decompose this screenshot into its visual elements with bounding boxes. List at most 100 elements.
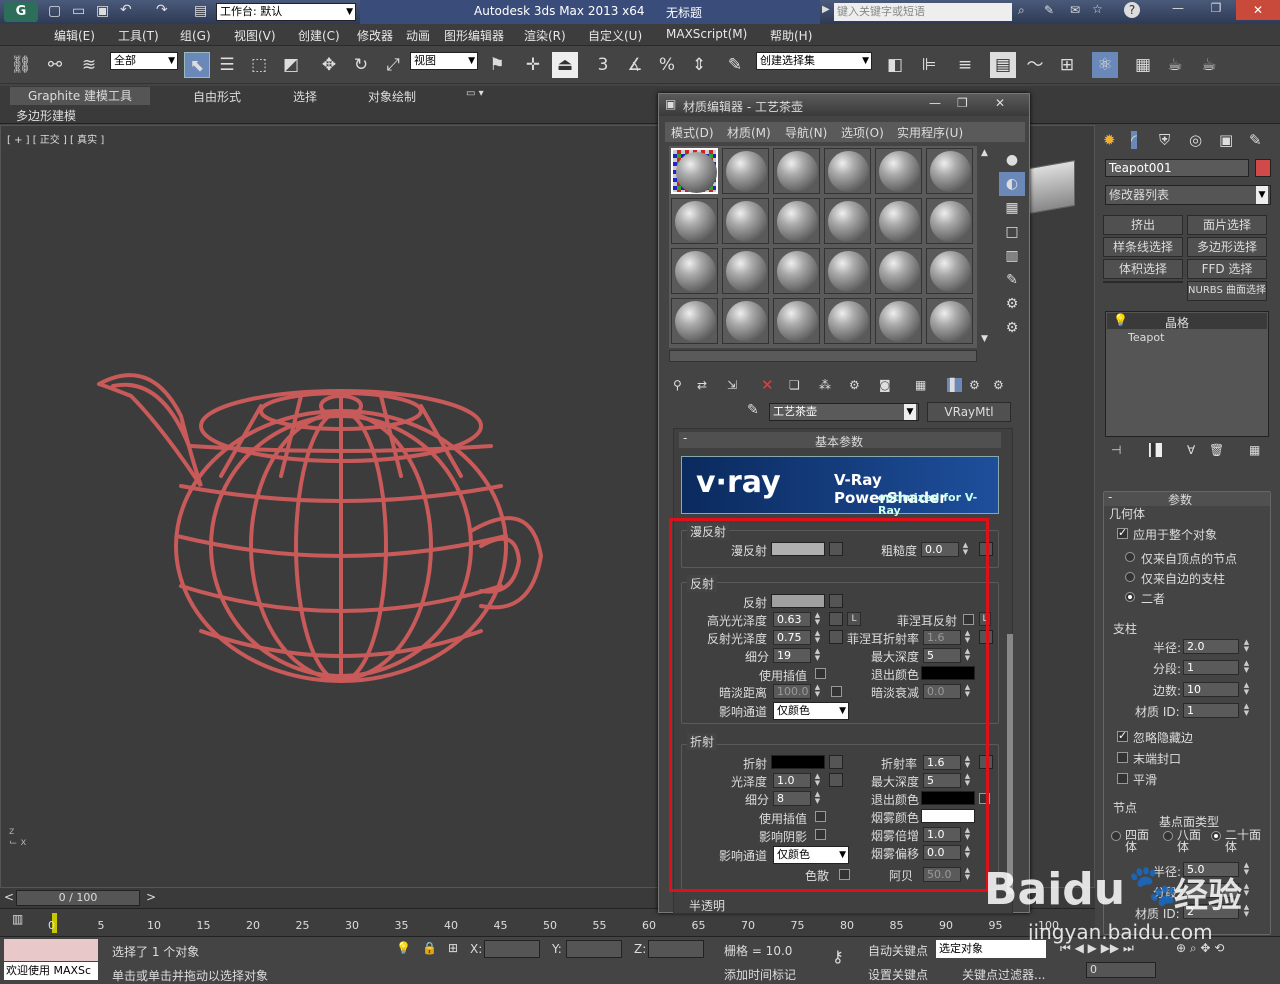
apply-all-checkbox[interactable] bbox=[1117, 526, 1128, 539]
strut-matid-input[interactable]: 1 bbox=[1183, 703, 1239, 718]
set-key-label[interactable]: 设置关键点 bbox=[868, 966, 928, 983]
maxscript-listener[interactable] bbox=[4, 939, 98, 961]
menu-modifiers[interactable]: 修改器 bbox=[357, 27, 393, 44]
mat-menu-material[interactable]: 材质(M) bbox=[727, 124, 771, 141]
undo-icon[interactable]: ↶ bbox=[120, 2, 132, 18]
show-end-icon[interactable]: ▌ bbox=[947, 378, 963, 392]
community-icon[interactable]: ✉ bbox=[1070, 3, 1080, 17]
lock-icon[interactable]: 🔒 bbox=[422, 941, 437, 955]
copy-material-icon[interactable]: ❏ bbox=[789, 378, 800, 392]
hierarchy-tab-icon[interactable]: ⛨ bbox=[1159, 131, 1170, 149]
tab-graphite[interactable]: Graphite 建模工具 bbox=[10, 87, 150, 105]
select-by-name-icon[interactable]: ☰ bbox=[214, 52, 240, 78]
render-icon[interactable]: ☕ bbox=[1196, 52, 1222, 78]
help-icon[interactable]: ? bbox=[1124, 2, 1140, 18]
keyboard-shortcut-icon[interactable]: ⏏ bbox=[552, 52, 578, 78]
stack-item-lattice[interactable]: 💡 晶格 bbox=[1107, 313, 1267, 330]
tab-selection[interactable]: 选择 bbox=[293, 88, 317, 105]
redo-icon[interactable]: ↷ bbox=[156, 2, 168, 18]
make-unique-icon[interactable]: ∀ bbox=[1187, 443, 1195, 457]
menu-rendering[interactable]: 渲染(R) bbox=[524, 27, 566, 44]
ribbon-sub-label[interactable]: 多边形建模 bbox=[16, 107, 76, 124]
show-map-icon[interactable]: ▦ bbox=[915, 378, 926, 392]
percent-snap-icon[interactable]: % bbox=[654, 52, 680, 78]
menu-graph-editors[interactable]: 图形编辑器 bbox=[444, 27, 504, 44]
opt-edges-radio[interactable] bbox=[1125, 572, 1135, 582]
modifier-button[interactable]: 挤出 bbox=[1103, 215, 1183, 235]
named-selection-select[interactable]: 创建选择集 ▼ bbox=[756, 52, 872, 70]
spinner-arrows-icon[interactable]: ▲ ▼ bbox=[1242, 682, 1251, 697]
star-icon[interactable]: ☆ bbox=[1092, 2, 1103, 16]
y-field[interactable] bbox=[566, 940, 622, 958]
layer-manager-icon[interactable]: ≡ bbox=[952, 52, 978, 78]
sample-slot[interactable] bbox=[824, 198, 871, 244]
time-slider-thumb[interactable]: 0 / 100 bbox=[16, 890, 140, 906]
menu-maxscript[interactable]: MAXScript(M) bbox=[666, 27, 747, 41]
binoculars-icon[interactable]: ⌕ bbox=[1018, 3, 1025, 18]
background-icon[interactable]: ▦ bbox=[999, 196, 1025, 220]
schematic-icon[interactable]: ⊞ bbox=[1054, 52, 1080, 78]
ribbon-options-icon[interactable]: ▭ ▾ bbox=[466, 88, 484, 99]
graphite-toggle-icon[interactable]: ▤ bbox=[990, 52, 1016, 78]
sample-slot[interactable] bbox=[926, 148, 973, 194]
selection-filter-select[interactable]: 全部 ▼ bbox=[110, 52, 178, 70]
reset-map-icon[interactable]: ✕ bbox=[761, 376, 774, 394]
object-name-field[interactable]: Teapot001 bbox=[1105, 159, 1249, 177]
menu-views[interactable]: 视图(V) bbox=[234, 27, 276, 44]
modifier-button[interactable]: 多边形选择 bbox=[1187, 237, 1267, 257]
ignore-hidden-checkbox[interactable] bbox=[1117, 729, 1128, 742]
mat-minimize-icon[interactable]: — bbox=[929, 96, 941, 110]
material-name-field[interactable]: 工艺茶壶 ▼ bbox=[769, 403, 919, 421]
sample-slot[interactable] bbox=[824, 298, 871, 344]
menu-group[interactable]: 组(G) bbox=[180, 27, 211, 44]
show-end-result-icon[interactable]: ▌ bbox=[1149, 443, 1163, 457]
move-icon[interactable]: ✥ bbox=[316, 52, 342, 78]
material-type-button[interactable]: VRayMtl bbox=[927, 402, 1011, 422]
track-bar-icon[interactable]: ▥ bbox=[12, 912, 23, 926]
make-preview-icon[interactable]: ✎ bbox=[999, 268, 1025, 292]
spinner-arrows-icon[interactable]: ▲ ▼ bbox=[1242, 703, 1251, 718]
rect-region-icon[interactable]: ⬚ bbox=[246, 52, 272, 78]
pivot-icon[interactable]: ⚑ bbox=[484, 52, 510, 78]
maximize-icon[interactable]: ❐ bbox=[1198, 1, 1234, 21]
create-tab-icon[interactable]: ✹ bbox=[1103, 131, 1116, 149]
sample-slot[interactable] bbox=[671, 198, 718, 244]
tab-freeform[interactable]: 自由形式 bbox=[193, 88, 241, 105]
go-parent-icon[interactable]: ⚙ bbox=[969, 378, 980, 392]
rotate-icon[interactable]: ↻ bbox=[348, 52, 374, 78]
get-material-icon[interactable]: ⚲ bbox=[673, 378, 682, 392]
tab-object-paint[interactable]: 对象绘制 bbox=[368, 88, 416, 105]
remove-modifier-icon[interactable]: 🗑 bbox=[1209, 443, 1224, 457]
display-tab-icon[interactable]: ▣ bbox=[1219, 131, 1233, 149]
sample-slot[interactable] bbox=[926, 198, 973, 244]
modify-tab-icon[interactable]: ◜ bbox=[1131, 131, 1137, 149]
maxscript-mini[interactable]: 欢迎使用 MAXSc bbox=[4, 962, 98, 980]
make-unique-icon[interactable]: ⁂ bbox=[819, 378, 831, 392]
menu-edit[interactable]: 编辑(E) bbox=[54, 27, 95, 44]
material-editor-window[interactable]: ▣ 材质编辑器 - 工艺茶壶 — ❐ ✕ 模式(D) 材质(M) 导航(N) 选… bbox=[658, 93, 1030, 914]
stack-teapot-label[interactable]: Teapot bbox=[1128, 331, 1164, 344]
motion-tab-icon[interactable]: ◎ bbox=[1189, 131, 1202, 149]
sample-slot[interactable] bbox=[773, 148, 820, 194]
menu-help[interactable]: 帮助(H) bbox=[770, 27, 812, 44]
viewcube-icon[interactable] bbox=[1029, 159, 1075, 215]
sample-slot[interactable] bbox=[824, 248, 871, 294]
modifier-button[interactable]: 面片选择 bbox=[1187, 215, 1267, 235]
close-icon[interactable]: ✕ bbox=[1236, 0, 1280, 20]
sample-slot[interactable] bbox=[875, 198, 922, 244]
modifier-stack[interactable]: 💡 晶格 Teapot bbox=[1105, 311, 1269, 437]
key-filters-button[interactable]: 关键点过滤器... bbox=[962, 966, 1045, 983]
modifier-button[interactable]: NURBS 曲面选择 bbox=[1187, 281, 1267, 301]
uv-tiling-icon[interactable]: □ bbox=[999, 220, 1025, 244]
mat-maximize-icon[interactable]: ❐ bbox=[957, 96, 968, 110]
strut-segs-input[interactable]: 1 bbox=[1183, 660, 1239, 675]
options-icon[interactable]: ⚙ bbox=[999, 292, 1025, 316]
modifier-button[interactable]: 体积选择 bbox=[1103, 259, 1183, 279]
mat-close-icon[interactable]: ✕ bbox=[995, 96, 1005, 110]
sample-slot-active[interactable] bbox=[671, 148, 718, 194]
mirror-icon[interactable]: ◧ bbox=[882, 52, 908, 78]
window-crossing-icon[interactable]: ◩ bbox=[278, 52, 304, 78]
current-frame-field[interactable]: 0 bbox=[1086, 962, 1156, 978]
sample-slot[interactable] bbox=[875, 298, 922, 344]
configure-sets-icon[interactable]: ▦ bbox=[1249, 443, 1260, 457]
